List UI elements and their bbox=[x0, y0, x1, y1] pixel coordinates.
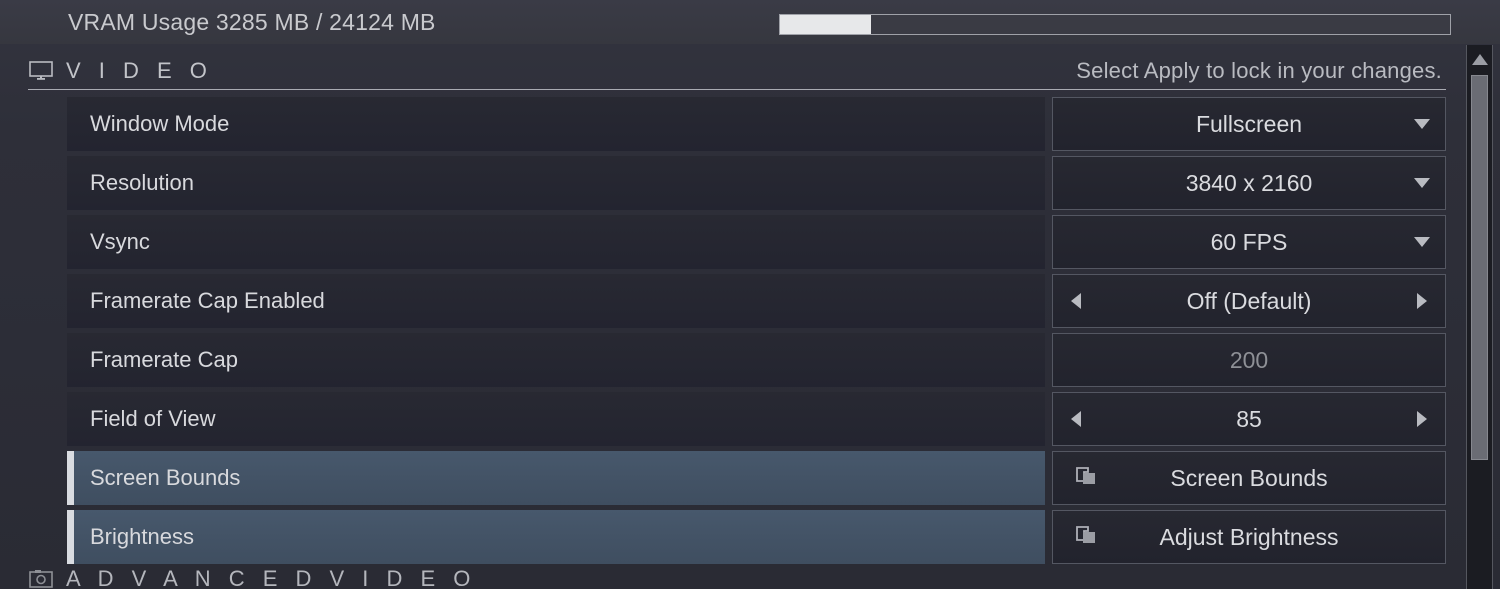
row-label: Field of View bbox=[90, 406, 216, 431]
row-selection-accent bbox=[67, 451, 74, 505]
row-label: Vsync bbox=[90, 229, 150, 254]
row-label: Framerate Cap bbox=[90, 347, 238, 372]
vram-progress-bar bbox=[779, 14, 1451, 35]
row-label-cell[interactable]: Brightness bbox=[67, 510, 1045, 564]
section-title: V I D E O bbox=[66, 57, 213, 83]
row-control-resolution[interactable]: 3840 x 2160 bbox=[1052, 156, 1446, 210]
settings-row-vsync[interactable]: Vsync 60 FPS bbox=[67, 215, 1446, 269]
apply-hint-text: Select Apply to lock in your changes. bbox=[1076, 57, 1442, 83]
row-label-cell[interactable]: Field of View bbox=[67, 392, 1045, 446]
settings-row-framerate-cap[interactable]: Framerate Cap 200 bbox=[67, 333, 1446, 387]
row-label-cell[interactable]: Resolution bbox=[67, 156, 1045, 210]
vram-progress-fill bbox=[780, 15, 872, 34]
row-label-cell[interactable]: Window Mode bbox=[67, 97, 1045, 151]
open-window-icon bbox=[1075, 526, 1099, 548]
settings-row-window-mode[interactable]: Window Mode Fullscreen bbox=[67, 97, 1446, 151]
stepper-left-arrow-icon[interactable] bbox=[1053, 292, 1099, 310]
row-control-screen-bounds[interactable]: Screen Bounds bbox=[1052, 451, 1446, 505]
settings-row-field-of-view[interactable]: Field of View 85 bbox=[67, 392, 1446, 446]
row-selection-accent bbox=[67, 510, 74, 564]
settings-row-brightness[interactable]: Brightness Adjust Brightness bbox=[67, 510, 1446, 564]
monitor-icon bbox=[28, 60, 54, 82]
control-value: Fullscreen bbox=[1195, 110, 1303, 137]
row-label: Framerate Cap Enabled bbox=[90, 288, 325, 313]
next-section-title: A D V A N C E D V I D E O bbox=[66, 566, 477, 589]
scrollbar-thumb[interactable] bbox=[1471, 75, 1488, 460]
row-control-framerate-cap[interactable]: 200 bbox=[1052, 333, 1446, 387]
control-value: 3840 x 2160 bbox=[1185, 169, 1313, 196]
stepper-right-arrow-icon[interactable] bbox=[1399, 292, 1445, 310]
row-control-vsync[interactable]: 60 FPS bbox=[1052, 215, 1446, 269]
control-value: Screen Bounds bbox=[1170, 464, 1328, 491]
advanced-video-section-header: A D V A N C E D V I D E O bbox=[28, 560, 1446, 589]
row-control-brightness[interactable]: Adjust Brightness bbox=[1052, 510, 1446, 564]
chevron-down-icon[interactable] bbox=[1399, 177, 1445, 189]
row-label-cell[interactable]: Framerate Cap Enabled bbox=[67, 274, 1045, 328]
row-label: Window Mode bbox=[90, 111, 230, 136]
row-control-framerate-cap-enabled[interactable]: Off (Default) bbox=[1052, 274, 1446, 328]
scroll-up-arrow-icon[interactable] bbox=[1467, 45, 1492, 73]
stepper-right-arrow-icon[interactable] bbox=[1399, 410, 1445, 428]
vertical-scrollbar[interactable] bbox=[1466, 45, 1493, 589]
chevron-down-icon[interactable] bbox=[1399, 236, 1445, 248]
row-label: Screen Bounds bbox=[90, 465, 241, 490]
row-control-field-of-view[interactable]: 85 bbox=[1052, 392, 1446, 446]
settings-list: Window Mode Fullscreen Resolution 3840 x 21… bbox=[67, 97, 1446, 569]
control-value: Off (Default) bbox=[1186, 287, 1312, 314]
settings-row-resolution[interactable]: Resolution 3840 x 2160 bbox=[67, 156, 1446, 210]
video-section-header: V I D E O Select Apply to lock in your c… bbox=[28, 52, 1446, 90]
control-value: Adjust Brightness bbox=[1159, 523, 1339, 550]
row-control-window-mode[interactable]: Fullscreen bbox=[1052, 97, 1446, 151]
row-label-cell[interactable]: Vsync bbox=[67, 215, 1045, 269]
control-value: 85 bbox=[1236, 405, 1262, 432]
vram-usage-label: VRAM Usage 3285 MB / 24124 MB bbox=[68, 8, 436, 35]
row-label-cell[interactable]: Framerate Cap bbox=[67, 333, 1045, 387]
chevron-down-icon[interactable] bbox=[1399, 118, 1445, 130]
vram-topbar: VRAM Usage 3285 MB / 24124 MB bbox=[0, 0, 1500, 44]
settings-row-screen-bounds[interactable]: Screen Bounds Screen Bounds bbox=[67, 451, 1446, 505]
row-label: Resolution bbox=[90, 170, 194, 195]
stepper-left-arrow-icon[interactable] bbox=[1053, 410, 1099, 428]
camera-icon bbox=[28, 568, 54, 589]
row-label-cell[interactable]: Screen Bounds bbox=[67, 451, 1045, 505]
settings-row-framerate-cap-enabled[interactable]: Framerate Cap Enabled Off (Default) bbox=[67, 274, 1446, 328]
settings-screen: VRAM Usage 3285 MB / 24124 MB V I D E O … bbox=[0, 0, 1500, 589]
row-label: Brightness bbox=[90, 524, 194, 549]
control-value: 60 FPS bbox=[1210, 228, 1288, 255]
control-value: 200 bbox=[1229, 346, 1269, 373]
open-window-icon bbox=[1075, 467, 1099, 489]
